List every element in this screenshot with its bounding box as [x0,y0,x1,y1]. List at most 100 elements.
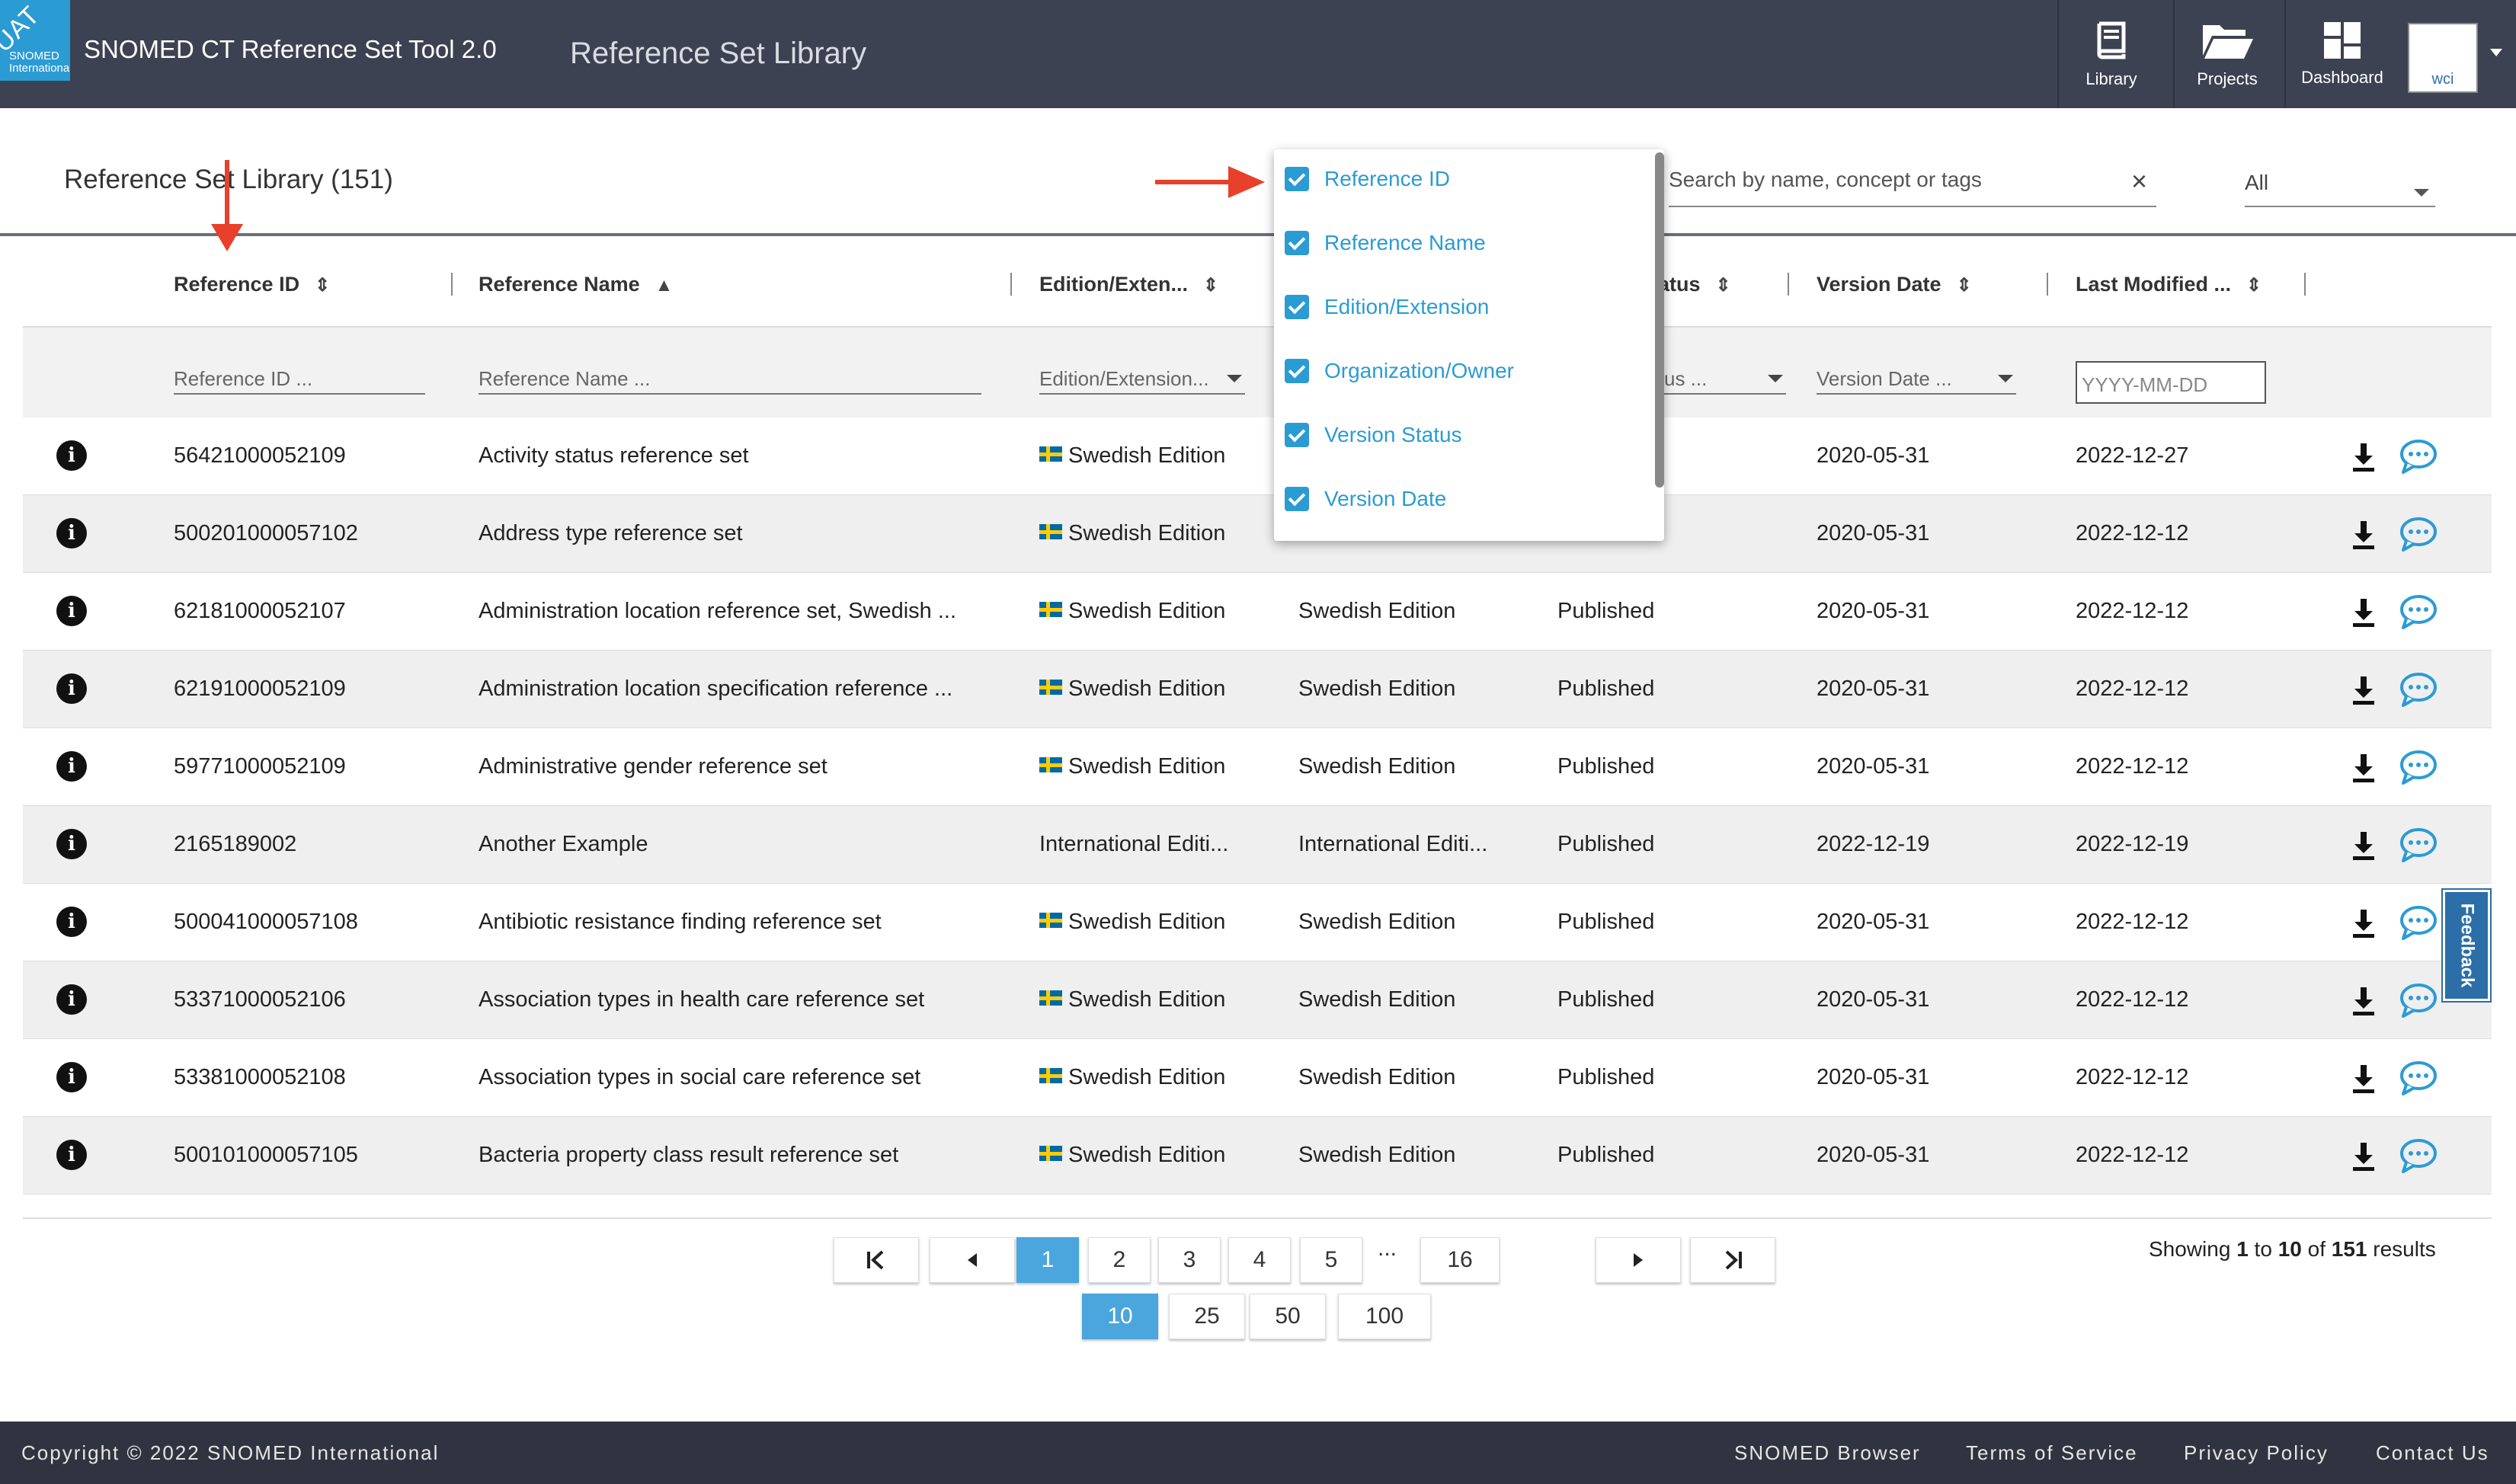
edition-filter-select[interactable]: Edition/Extension... [1039,366,1245,395]
version-date-filter-select[interactable]: Version Date ... [1817,366,2016,395]
comment-icon[interactable] [2399,904,2438,940]
snomed-logo[interactable]: UAT SNOMED International [0,0,70,81]
sort-unsorted-icon[interactable]: ⇕ [1957,274,1972,296]
download-icon[interactable] [2350,520,2377,550]
clear-search-icon[interactable]: × [2131,168,2147,195]
info-icon[interactable]: i [56,596,87,626]
page-button-1[interactable]: 1 [1016,1237,1079,1283]
download-icon[interactable] [2350,1141,2377,1172]
checkbox-checked-icon[interactable] [1285,295,1309,319]
download-icon[interactable] [2350,597,2377,628]
column-toggle-version-status[interactable]: Version Status [1285,416,1462,454]
page-button-4[interactable]: 4 [1228,1237,1291,1283]
info-icon[interactable]: i [56,829,87,859]
sort-unsorted-icon[interactable]: ⇕ [2246,274,2262,296]
checkbox-checked-icon[interactable] [1285,231,1309,255]
column-separator[interactable] [2047,273,2048,296]
comment-icon[interactable] [2399,981,2438,1018]
column-header-last-modified[interactable]: Last Modified ... ⇕ [2076,273,2262,296]
last-modified-date-input[interactable]: YYYY-MM-DD [2076,361,2266,404]
previous-page-button[interactable] [930,1237,1015,1283]
sort-unsorted-icon[interactable]: ⇕ [1716,274,1731,296]
column-header-version-status[interactable]: atus ⇕ [1658,273,1731,296]
comment-icon[interactable] [2399,748,2438,785]
comment-icon[interactable] [2399,437,2438,474]
column-toggle-reference-id[interactable]: Reference ID [1285,160,1450,198]
download-icon[interactable] [2350,986,2377,1016]
table-row[interactable]: i 56421000052109 Activity status reference… [23,417,2492,495]
search-input[interactable] [1669,163,2095,192]
table-row[interactable]: i 53381000052108 Association types in soci… [23,1039,2492,1117]
next-page-button[interactable] [1596,1237,1681,1283]
column-separator[interactable] [1010,273,1012,296]
reference-name-cell[interactable]: Antibiotic resistance finding reference … [479,910,1004,935]
download-icon[interactable] [2350,753,2377,783]
column-separator[interactable] [451,273,453,296]
download-icon[interactable] [2350,1063,2377,1094]
column-toggle-edition-extension[interactable]: Edition/Extension [1285,288,1489,326]
first-page-button[interactable] [834,1237,919,1283]
table-row[interactable]: i 62181000052107 Administration location r… [23,573,2492,651]
download-icon[interactable] [2350,442,2377,472]
info-icon[interactable]: i [56,440,87,471]
column-header-reference-name[interactable]: Reference Name ▲ [479,273,673,296]
reference-name-cell[interactable]: Activity status reference set [479,443,1004,469]
reference-name-cell[interactable]: Another Example [479,832,1004,857]
user-menu-caret-icon[interactable] [2490,49,2502,56]
library-filter-select[interactable]: All [2245,163,2435,207]
column-header-edition[interactable]: Edition/Exten... ⇕ [1039,273,1218,296]
comment-icon[interactable] [2399,1059,2438,1095]
info-icon[interactable]: i [56,907,87,937]
info-icon[interactable]: i [56,984,87,1015]
last-page-button[interactable] [1690,1237,1775,1283]
info-icon[interactable]: i [56,673,87,704]
footer-link-privacy-policy[interactable]: Privacy Policy [2184,1441,2329,1465]
reference-name-cell[interactable]: Administration location reference set, S… [479,599,1004,624]
comment-icon[interactable] [2399,670,2438,707]
comment-icon[interactable] [2399,826,2438,862]
checkbox-checked-icon[interactable] [1285,423,1309,447]
table-row[interactable]: i 500041000057108 Antibiotic resistance fi… [23,884,2492,961]
table-row[interactable]: i 500201000057102 Address type reference s… [23,495,2492,573]
column-header-reference-id[interactable]: Reference ID ⇕ [174,273,330,296]
page-button-16[interactable]: 16 [1420,1237,1500,1283]
page-size-button-50[interactable]: 50 [1250,1294,1326,1339]
app-title[interactable]: SNOMED CT Reference Set Tool 2.0 [84,35,497,64]
column-toggle-organization-owner[interactable]: Organization/Owner [1285,352,1514,390]
comment-icon[interactable] [2399,1137,2438,1173]
checkbox-checked-icon[interactable] [1285,167,1309,191]
reference-name-cell[interactable]: Administration location specification re… [479,676,1004,702]
reference-name-cell[interactable]: Association types in social care referen… [479,1065,1004,1090]
reference-name-cell[interactable]: Administrative gender reference set [479,754,1004,779]
reference-name-cell[interactable]: Association types in health care referen… [479,987,1004,1012]
footer-link-terms-of-service[interactable]: Terms of Service [1966,1441,2138,1465]
column-toggle-version-date[interactable]: Version Date [1285,480,1446,518]
page-button-2[interactable]: 2 [1088,1237,1151,1283]
checkbox-checked-icon[interactable] [1285,359,1309,383]
sort-ascending-icon[interactable]: ▲ [655,275,674,296]
table-row[interactable]: i 500101000057105 Bacteria property class … [23,1117,2492,1195]
column-separator[interactable] [1788,273,1789,296]
reference-id-filter-input[interactable]: Reference ID ... [174,366,425,395]
table-row[interactable]: i 62191000052109 Administration location s… [23,651,2492,728]
download-icon[interactable] [2350,830,2377,861]
column-header-version-date[interactable]: Version Date ⇕ [1817,273,1972,296]
sort-unsorted-icon[interactable]: ⇕ [315,274,330,296]
table-row[interactable]: i 59771000052109 Administrative gender ref… [23,728,2492,806]
column-menu-scrollbar[interactable] [1655,152,1664,488]
checkbox-checked-icon[interactable] [1285,487,1309,511]
download-icon[interactable] [2350,908,2377,939]
page-size-button-10[interactable]: 10 [1082,1294,1158,1339]
status-filter-select[interactable]: us ... [1664,366,1786,395]
download-icon[interactable] [2350,675,2377,705]
reference-name-cell[interactable]: Bacteria property class result reference… [479,1143,1004,1168]
nav-dashboard[interactable]: Dashboard [2284,0,2399,108]
page-size-button-100[interactable]: 100 [1338,1294,1431,1339]
page-size-button-25[interactable]: 25 [1169,1294,1245,1339]
info-icon[interactable]: i [56,1062,87,1092]
column-toggle-reference-name[interactable]: Reference Name [1285,224,1486,262]
comment-icon[interactable] [2399,593,2438,629]
comment-icon[interactable] [2399,515,2438,552]
reference-name-cell[interactable]: Address type reference set [479,521,1004,546]
info-icon[interactable]: i [56,518,87,549]
